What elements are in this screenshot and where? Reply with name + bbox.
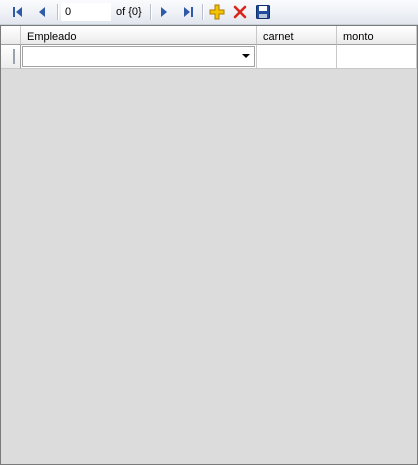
move-last-button[interactable]: [178, 2, 198, 22]
add-new-icon: [209, 4, 225, 20]
column-header-monto[interactable]: monto: [337, 26, 417, 45]
column-header-empleado[interactable]: Empleado: [21, 26, 257, 45]
move-previous-icon: [39, 7, 45, 17]
table-cell-empleado[interactable]: [21, 45, 257, 69]
table-cell-monto[interactable]: [337, 45, 417, 69]
combobox-dropdown-button[interactable]: [238, 47, 254, 66]
delete-icon: [233, 5, 247, 19]
toolbar-separator: [150, 4, 151, 20]
move-last-icon: [184, 7, 193, 17]
binding-navigator: 0 of {0}: [0, 0, 418, 25]
move-next-icon: [161, 7, 167, 17]
row-header[interactable]: [1, 45, 21, 69]
save-icon: [256, 5, 270, 19]
top-left-header-cell[interactable]: [1, 26, 21, 45]
move-first-button[interactable]: [8, 2, 28, 22]
data-grid[interactable]: Empleado carnet monto: [0, 25, 418, 465]
move-first-icon: [13, 7, 22, 17]
toolbar-separator: [57, 4, 58, 20]
column-header-carnet[interactable]: carnet: [257, 26, 337, 45]
chevron-down-icon: [242, 54, 250, 58]
move-next-button[interactable]: [154, 2, 174, 22]
add-new-button[interactable]: [207, 2, 227, 22]
position-input[interactable]: 0: [61, 3, 111, 21]
toolbar-separator: [202, 4, 203, 20]
empleado-combobox[interactable]: [22, 46, 255, 67]
delete-button[interactable]: [230, 2, 250, 22]
record-count-label: of {0}: [116, 6, 142, 18]
move-previous-button[interactable]: [32, 2, 52, 22]
save-button[interactable]: [253, 2, 273, 22]
new-row-marker-icon: [13, 49, 15, 64]
table-cell-carnet[interactable]: [257, 45, 337, 69]
